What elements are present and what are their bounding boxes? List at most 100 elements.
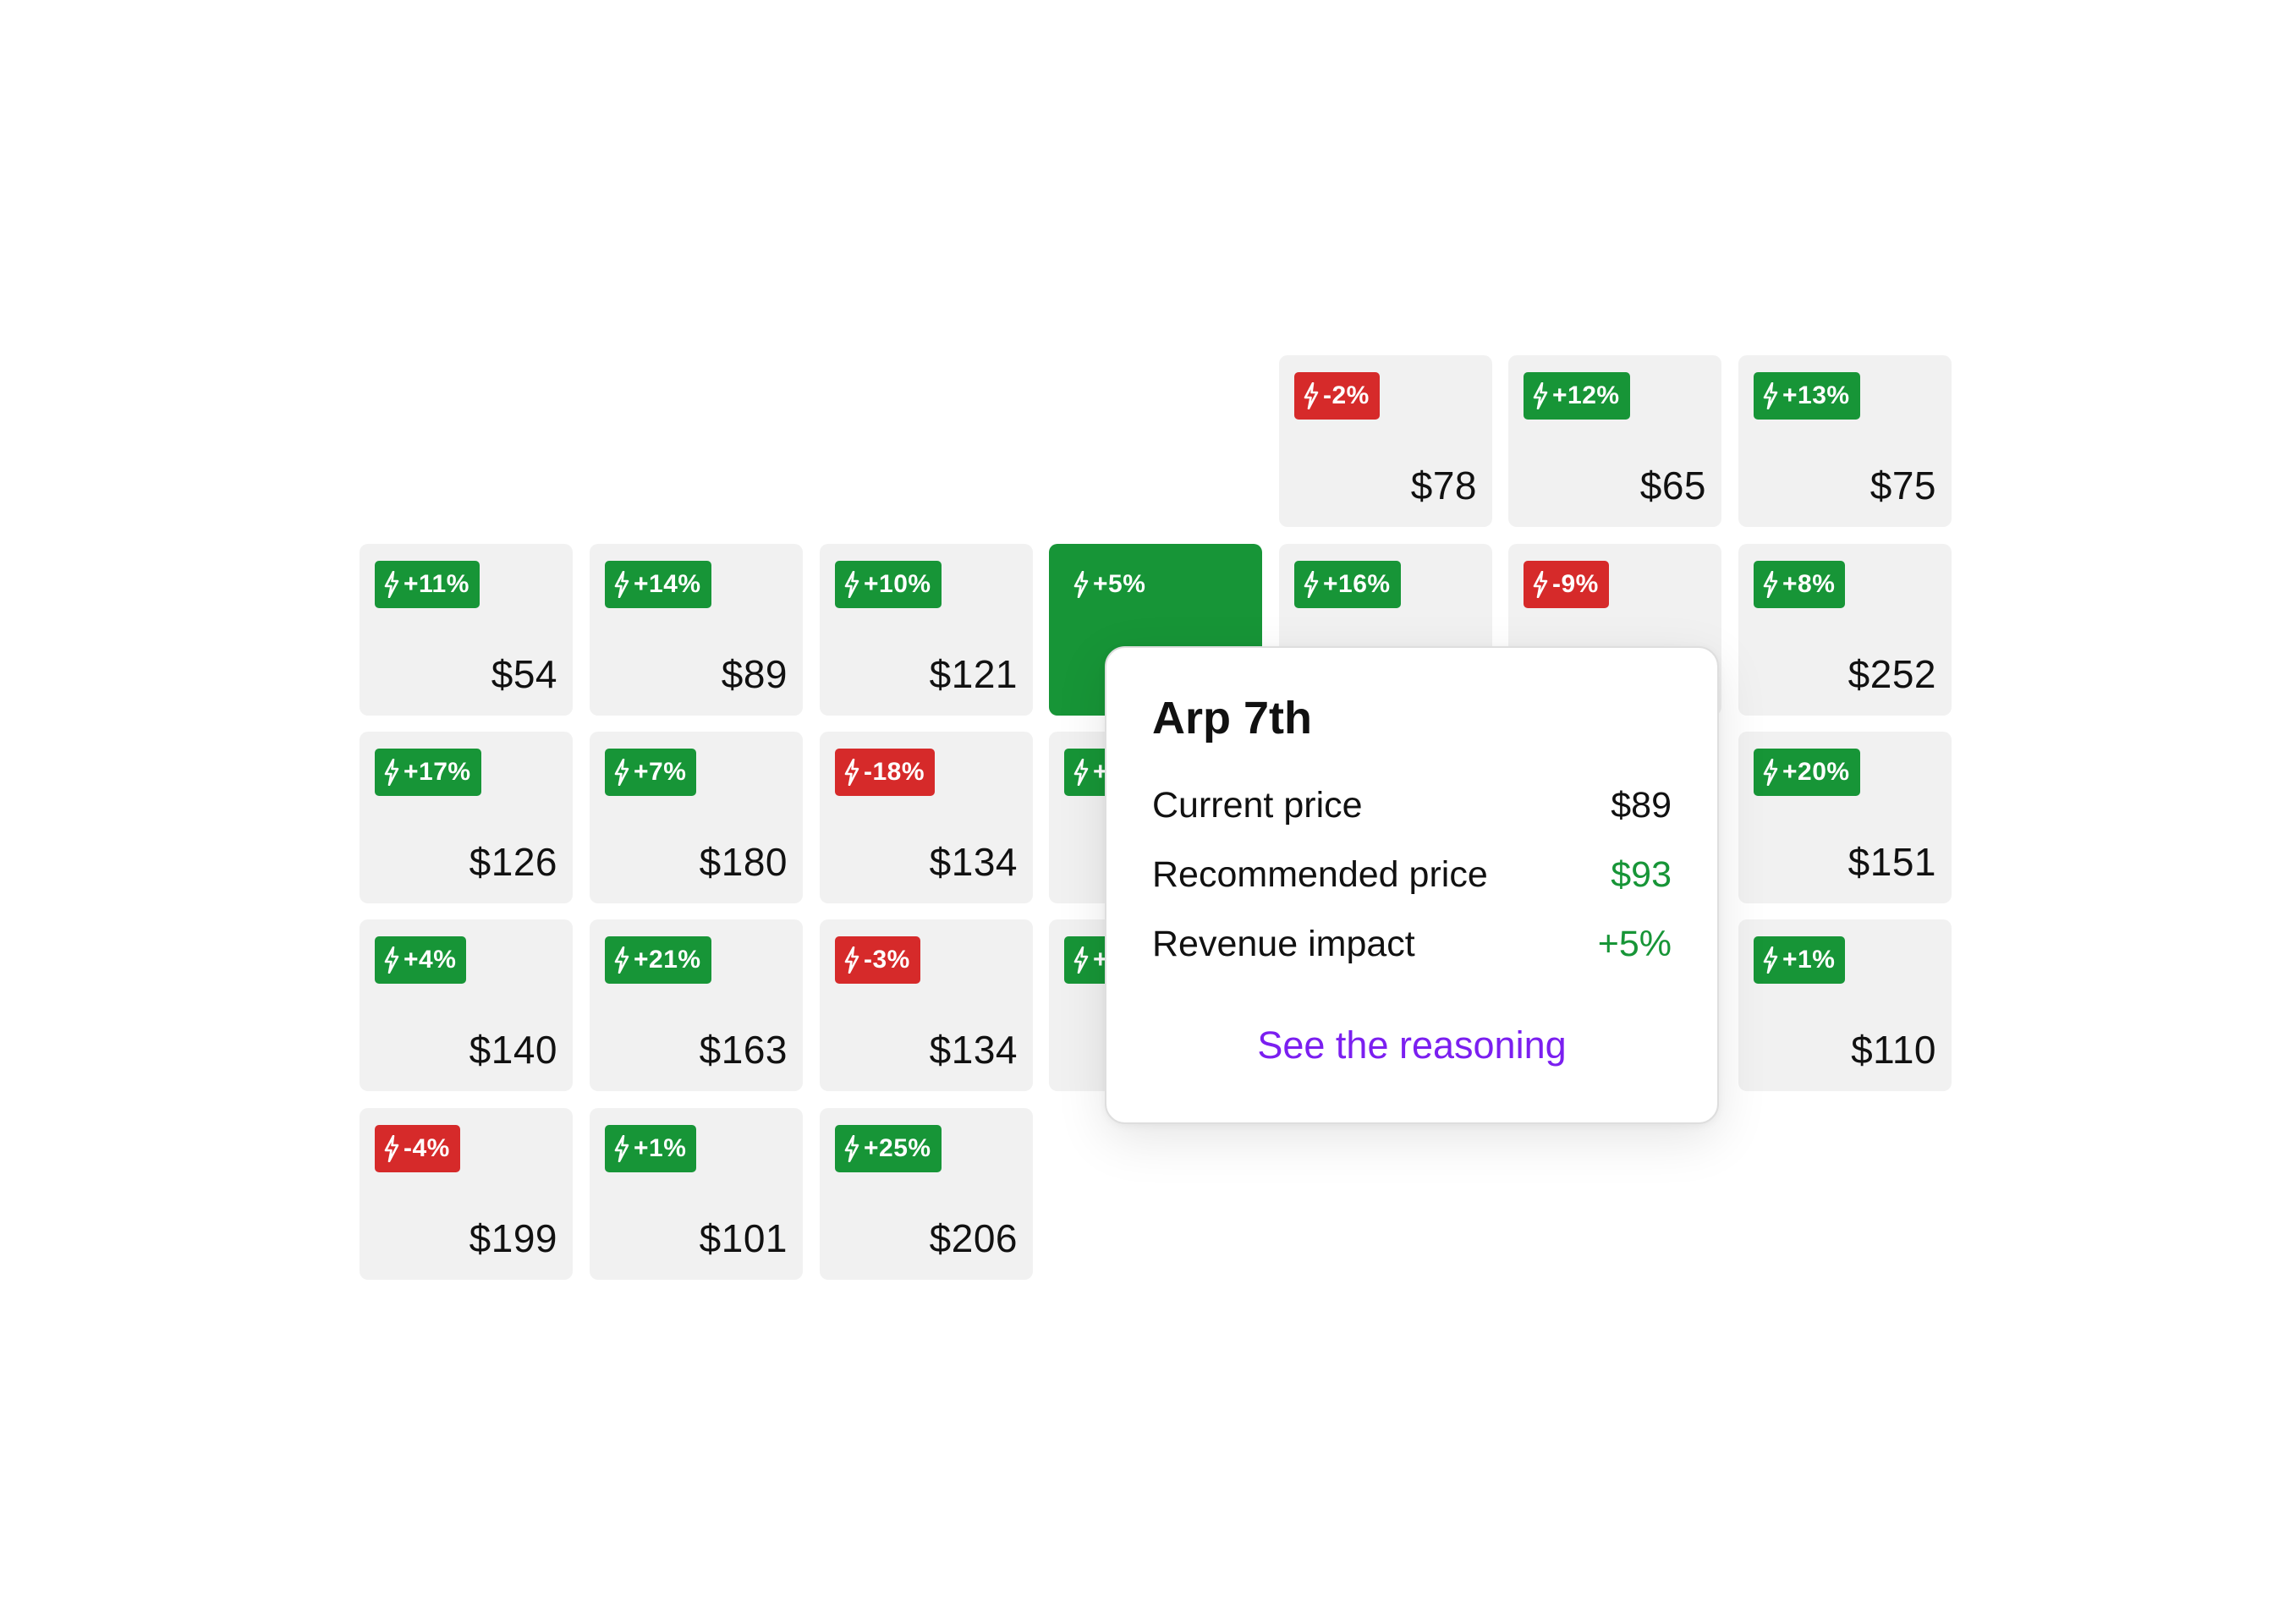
- day-price: $199: [469, 1216, 557, 1260]
- popover-date-title: Arp 7th: [1152, 693, 1312, 743]
- calendar-day-cell[interactable]: +14% $89: [590, 544, 803, 716]
- calendar-day-cell[interactable]: +1% $101: [590, 1108, 803, 1280]
- price-change-value: +17%: [404, 758, 471, 786]
- lightning-icon: [384, 946, 399, 974]
- lightning-icon: [1533, 571, 1548, 598]
- lightning-icon: [614, 946, 629, 974]
- price-change-value: +10%: [864, 570, 931, 598]
- price-change-badge: +4%: [375, 936, 467, 984]
- price-change-badge: +21%: [605, 936, 711, 984]
- calendar-day-cell[interactable]: +8% $252: [1738, 544, 1952, 716]
- day-price: $126: [469, 840, 557, 884]
- price-change-badge: -2%: [1294, 372, 1380, 420]
- price-change-badge: +11%: [375, 561, 480, 608]
- price-change-badge: -9%: [1524, 561, 1609, 608]
- price-change-value: +21%: [634, 946, 701, 974]
- day-price: $101: [699, 1216, 788, 1260]
- calendar-day-cell[interactable]: +12% $65: [1508, 355, 1721, 527]
- price-change-value: +1%: [1782, 946, 1836, 974]
- calendar-day-cell[interactable]: +4% $140: [360, 919, 573, 1091]
- price-change-badge: +13%: [1754, 372, 1860, 420]
- calendar-day-cell[interactable]: -18% $134: [820, 732, 1033, 903]
- calendar-day-cell[interactable]: -4% $199: [360, 1108, 573, 1280]
- calendar-day-cell[interactable]: +13% $75: [1738, 355, 1952, 527]
- calendar-day-cell[interactable]: +10% $121: [820, 544, 1033, 716]
- lightning-icon: [384, 1135, 399, 1162]
- lightning-icon: [614, 571, 629, 598]
- lightning-icon: [614, 759, 629, 786]
- price-change-value: +8%: [1782, 570, 1836, 598]
- day-price: $140: [469, 1028, 557, 1072]
- price-change-value: +1%: [634, 1134, 687, 1162]
- price-change-badge: +5%: [1064, 561, 1156, 608]
- price-change-value: -3%: [864, 946, 910, 974]
- price-change-badge: +8%: [1754, 561, 1846, 608]
- day-price: $151: [1848, 840, 1936, 884]
- calendar-day-cell[interactable]: +21% $163: [590, 919, 803, 1091]
- day-price: $180: [699, 840, 788, 884]
- price-change-value: +13%: [1782, 381, 1850, 409]
- calendar-day-cell[interactable]: +25% $206: [820, 1108, 1033, 1280]
- price-change-value: -2%: [1323, 381, 1370, 409]
- day-price: $75: [1869, 464, 1936, 508]
- current-price-label: Current price: [1152, 784, 1363, 826]
- price-change-value: +7%: [634, 758, 687, 786]
- price-change-value: +25%: [864, 1134, 931, 1162]
- price-detail-popover: Arp 7th Current price $89 Recommended pr…: [1105, 646, 1719, 1124]
- price-change-badge: -3%: [835, 936, 920, 984]
- lightning-icon: [1073, 571, 1089, 598]
- revenue-impact-label: Revenue impact: [1152, 923, 1415, 964]
- calendar-day-cell[interactable]: +7% $180: [590, 732, 803, 903]
- calendar-day-cell[interactable]: -2% $78: [1279, 355, 1492, 527]
- price-change-badge: +1%: [605, 1125, 697, 1172]
- price-change-value: -9%: [1552, 570, 1599, 598]
- price-change-value: +14%: [634, 570, 701, 598]
- lightning-icon: [1073, 759, 1089, 786]
- see-reasoning-link[interactable]: See the reasoning: [1106, 1023, 1717, 1067]
- day-price: $252: [1848, 652, 1936, 696]
- lightning-icon: [1304, 382, 1319, 409]
- revenue-impact-row: Revenue impact +5%: [1152, 919, 1672, 969]
- price-change-value: -4%: [404, 1134, 450, 1162]
- price-change-badge: +12%: [1524, 372, 1630, 420]
- lightning-icon: [1763, 759, 1778, 786]
- calendar-day-cell[interactable]: +17% $126: [360, 732, 573, 903]
- lightning-icon: [384, 571, 399, 598]
- price-change-value: -18%: [864, 758, 925, 786]
- revenue-impact-value: +5%: [1597, 923, 1672, 964]
- lightning-icon: [844, 571, 859, 598]
- lightning-icon: [384, 759, 399, 786]
- price-change-badge: +10%: [835, 561, 942, 608]
- lightning-icon: [1304, 571, 1319, 598]
- price-change-value: +5%: [1093, 570, 1146, 598]
- current-price-row: Current price $89: [1152, 780, 1672, 831]
- calendar-day-cell[interactable]: +20% $151: [1738, 732, 1952, 903]
- price-change-badge: +16%: [1294, 561, 1401, 608]
- calendar-day-cell[interactable]: +1% $110: [1738, 919, 1952, 1091]
- day-price: $110: [1851, 1028, 1936, 1072]
- calendar-day-cell[interactable]: +11% $54: [360, 544, 573, 716]
- day-price: $54: [491, 652, 557, 696]
- price-change-value: +12%: [1552, 381, 1620, 409]
- current-price-value: $89: [1611, 784, 1672, 826]
- recommended-price-row: Recommended price $93: [1152, 849, 1672, 900]
- lightning-icon: [1073, 946, 1089, 974]
- day-price: $134: [929, 1028, 1018, 1072]
- day-price: $134: [929, 840, 1018, 884]
- price-change-badge: +20%: [1754, 749, 1860, 796]
- lightning-icon: [614, 1135, 629, 1162]
- price-change-value: +20%: [1782, 758, 1850, 786]
- price-change-badge: +1%: [1754, 936, 1846, 984]
- recommended-price-value: $93: [1611, 853, 1672, 895]
- day-price: $206: [929, 1216, 1018, 1260]
- price-change-badge: +25%: [835, 1125, 942, 1172]
- lightning-icon: [1763, 382, 1778, 409]
- recommended-price-label: Recommended price: [1152, 853, 1488, 895]
- calendar-day-cell[interactable]: -3% $134: [820, 919, 1033, 1091]
- price-change-value: +4%: [404, 946, 457, 974]
- day-price: $163: [699, 1028, 788, 1072]
- price-change-badge: -4%: [375, 1125, 460, 1172]
- price-change-value: +16%: [1323, 570, 1391, 598]
- lightning-icon: [1763, 946, 1778, 974]
- day-price: $89: [721, 652, 788, 696]
